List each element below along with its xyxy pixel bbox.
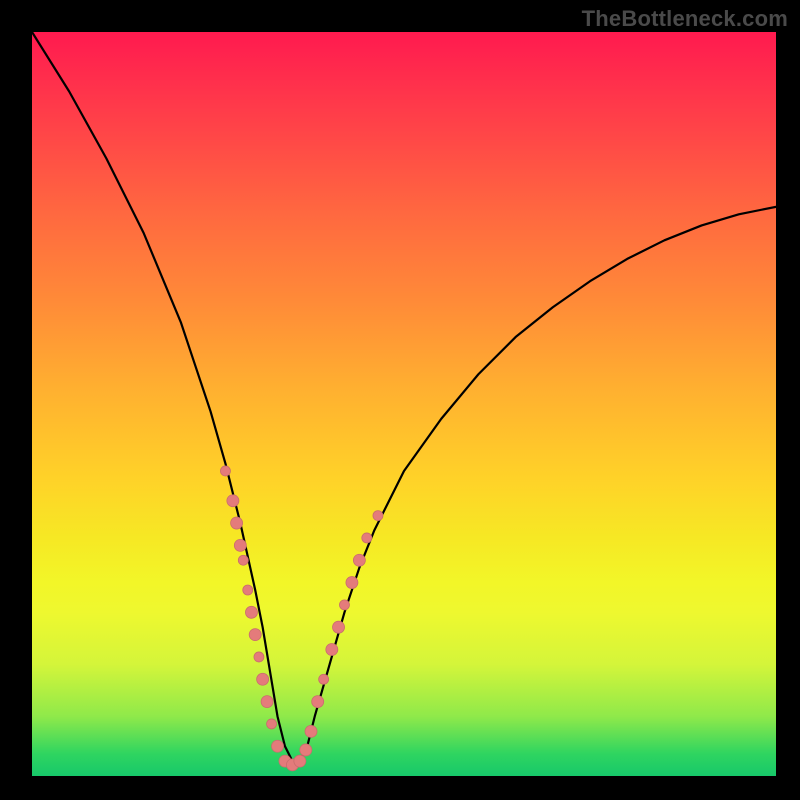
marker-point	[267, 719, 277, 729]
marker-point	[346, 577, 358, 589]
marker-point	[220, 466, 230, 476]
marker-point	[312, 696, 324, 708]
marker-point	[234, 539, 246, 551]
marker-point	[245, 606, 257, 618]
marker-point	[373, 511, 383, 521]
marker-point	[362, 533, 372, 543]
marker-point	[243, 585, 253, 595]
marker-point	[319, 674, 329, 684]
marker-point	[227, 495, 239, 507]
watermark-label: TheBottleneck.com	[582, 6, 788, 32]
marker-point	[353, 554, 365, 566]
marker-point	[333, 621, 345, 633]
chart-frame: TheBottleneck.com	[0, 0, 800, 800]
marker-point	[339, 600, 349, 610]
marker-point	[326, 644, 338, 656]
series-markers	[220, 466, 383, 771]
marker-point	[254, 652, 264, 662]
marker-point	[231, 517, 243, 529]
bottleneck-curve	[32, 32, 776, 761]
marker-point	[261, 696, 273, 708]
marker-point	[257, 673, 269, 685]
marker-point	[272, 740, 284, 752]
plot-area	[32, 32, 776, 776]
marker-point	[300, 744, 312, 756]
marker-point	[238, 555, 248, 565]
marker-point	[249, 629, 261, 641]
marker-point	[305, 725, 317, 737]
chart-svg	[32, 32, 776, 776]
marker-point	[294, 755, 306, 767]
